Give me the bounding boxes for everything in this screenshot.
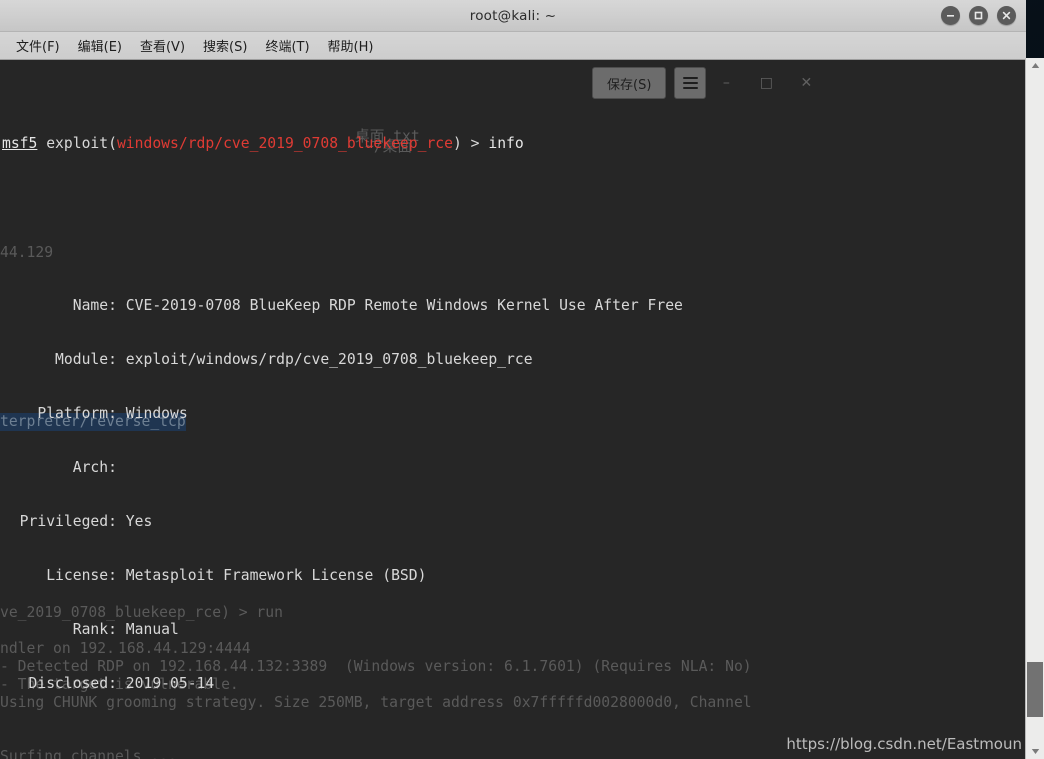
overlay-minimize-button[interactable]: – [706,68,746,98]
info-disclosed-row: Disclosed: 2019-05-14 [2,675,1024,693]
scroll-down-arrow-icon[interactable] [1026,744,1044,759]
info-disclosed-label: Disclosed: [2,675,126,692]
prompt-exploit-open: exploit( [37,135,117,152]
vertical-scrollbar[interactable] [1025,58,1044,759]
minimize-button[interactable] [941,6,960,25]
terminal-output: msf5 exploit(windows/rdp/cve_2019_0708_b… [0,60,1026,759]
info-module-label: Module: [2,351,126,368]
prompt-user: msf5 [2,135,38,152]
menu-item-terminal[interactable]: 终端(T) [256,33,318,58]
info-name-label: Name: [2,297,126,314]
menu-item-search[interactable]: 搜索(S) [194,33,256,58]
maximize-button[interactable] [969,6,988,25]
terminal-window: root@kali: ~ 文件(F) 编辑(E) 查看(V) 搜索(S) 终端(… [0,0,1026,759]
info-rank-value: Manual [125,621,179,638]
prompt-exploit-close: ) > [453,135,489,152]
terminal-body: 44.129 ~/桌面 桌面 txt terpreter/reverse_tcp ve_… [0,60,1026,759]
info-privileged-row: Privileged: Yes [2,513,1024,531]
prompt-line: msf5 exploit(windows/rdp/cve_2019_0708_b… [2,135,1024,153]
window-title: root@kali: ~ [469,7,557,24]
info-privileged-label: Privileged: [2,513,126,530]
info-arch-row: Arch: [2,459,1024,477]
close-button[interactable] [997,6,1016,25]
overlay-maximize-button[interactable]: □ [746,68,786,98]
window-controls [941,0,1016,31]
blank-row [2,207,1024,225]
info-name-row: Name: CVE-2019-0708 BlueKeep RDP Remote … [2,297,1024,315]
info-license-value: Metasploit Framework License (BSD) [125,567,427,584]
menu-item-edit[interactable]: 编辑(E) [69,33,131,58]
hamburger-menu-icon[interactable] [674,67,707,99]
scrollbar-thumb[interactable] [1027,662,1043,717]
menu-item-view[interactable]: 查看(V) [131,33,194,58]
info-platform-value: Windows [125,405,188,422]
menu-item-file[interactable]: 文件(F) [7,33,69,58]
menu-item-help[interactable]: 帮助(H) [319,33,383,58]
window-titlebar[interactable]: root@kali: ~ [0,0,1026,32]
terminal-screen[interactable]: 44.129 ~/桌面 桌面 txt terpreter/reverse_tcp ve_… [0,60,1026,759]
floating-toolbar-overlay: 保存(S) – □ ✕ [592,66,826,100]
info-rank-row: Rank: Manual [2,621,1024,639]
overlay-close-button[interactable]: ✕ [786,68,826,98]
info-module-value: exploit/windows/rdp/cve_2019_0708_blueke… [125,351,533,368]
info-rank-label: Rank: [2,621,126,638]
scrollbar-track[interactable] [1026,73,1044,744]
info-arch-label: Arch: [2,459,126,476]
info-privileged-value: Yes [125,513,153,530]
info-name-value: CVE-2019-0708 BlueKeep RDP Remote Window… [125,297,683,314]
info-disclosed-value: 2019-05-14 [125,675,215,692]
info-module-row: Module: exploit/windows/rdp/cve_2019_070… [2,351,1024,369]
prompt-command: info [488,135,524,152]
info-license-label: License: [2,567,126,584]
info-platform-row: Platform: Windows [2,405,1024,423]
prompt-module: windows/rdp/cve_2019_0708_bluekeep_rce [116,135,453,152]
scroll-up-arrow-icon[interactable] [1026,58,1044,73]
blank-row [2,747,1024,759]
save-button[interactable]: 保存(S) [592,67,667,99]
menubar: 文件(F) 编辑(E) 查看(V) 搜索(S) 终端(T) 帮助(H) [0,32,1026,60]
info-platform-label: Platform: [2,405,126,422]
info-license-row: License: Metasploit Framework License (B… [2,567,1024,585]
